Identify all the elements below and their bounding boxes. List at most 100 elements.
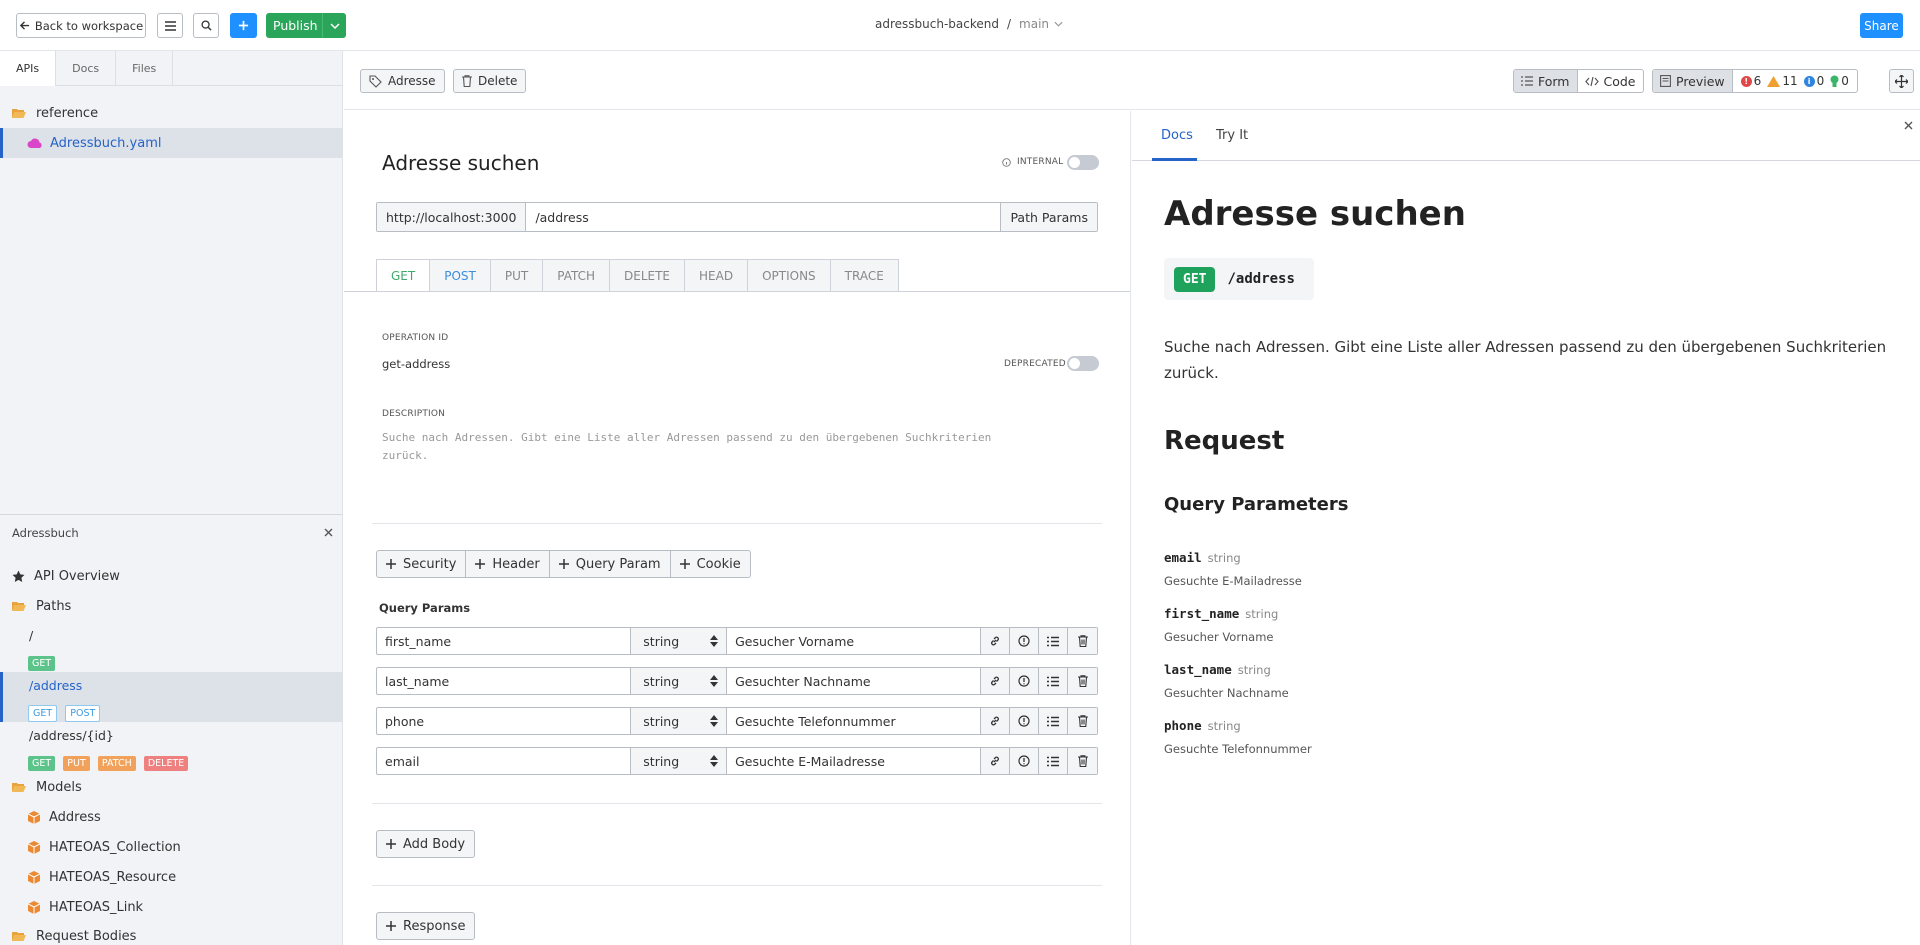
request-bodies-folder[interactable]: Request Bodies: [0, 921, 342, 945]
close-icon[interactable]: [1904, 121, 1913, 130]
deprecated-toggle[interactable]: [1067, 356, 1099, 371]
selection-indicator: [0, 672, 3, 722]
plus-icon: [386, 559, 396, 569]
close-icon[interactable]: [324, 528, 333, 537]
expand-button[interactable]: [1889, 69, 1914, 93]
api-overview-item[interactable]: API Overview: [0, 561, 342, 591]
chevron-down-icon[interactable]: [1054, 21, 1063, 27]
delete-button[interactable]: Delete: [453, 69, 527, 93]
tree-file-adressbuch[interactable]: Adressbuch.yaml: [0, 128, 342, 158]
add-response-button[interactable]: Response: [376, 912, 476, 940]
list-button[interactable]: [1039, 708, 1069, 734]
view-mode-toggle: Form Code: [1513, 69, 1644, 93]
tab-post[interactable]: POST: [430, 260, 491, 291]
path-item-address-id[interactable]: /address/{id} GET PUT PATCH DELETE: [0, 722, 342, 772]
param-description-input[interactable]: Gesucher Vorname: [727, 628, 982, 654]
api-panel-title: Adressbuch: [12, 525, 79, 540]
path-input[interactable]: /address: [526, 203, 1000, 231]
path-item-root[interactable]: / GET: [0, 622, 342, 672]
chevron-down-icon[interactable]: [322, 13, 346, 38]
param-description-input[interactable]: Gesuchte E-Mailadresse: [727, 748, 982, 774]
trash-button[interactable]: [1068, 748, 1098, 774]
branch-name[interactable]: main: [1019, 17, 1049, 31]
tag-label: Adresse: [388, 74, 436, 88]
server-select[interactable]: http://localhost:3000: [377, 203, 527, 231]
model-item-hateoas-collection[interactable]: HATEOAS_Collection: [0, 832, 342, 862]
param-name-input[interactable]: phone: [377, 708, 632, 734]
add-cookie-button[interactable]: Cookie: [669, 551, 750, 577]
path-params-button[interactable]: Path Params: [1000, 203, 1097, 231]
link-button[interactable]: [981, 668, 1011, 694]
tab-put[interactable]: PUT: [490, 260, 544, 291]
publish-button[interactable]: Publish: [266, 13, 346, 38]
param-name-input[interactable]: last_name: [377, 668, 632, 694]
cube-icon: [28, 810, 40, 824]
add-header-button[interactable]: Header: [465, 551, 548, 577]
list-button[interactable]: [1039, 668, 1069, 694]
param-name-input[interactable]: email: [377, 748, 632, 774]
tab-get[interactable]: GET: [377, 260, 431, 291]
info-circle-button[interactable]: [1010, 748, 1040, 774]
model-item-hateoas-link[interactable]: HATEOAS_Link: [0, 892, 342, 922]
info-circle-button[interactable]: [1010, 628, 1040, 654]
add-query-param-button[interactable]: Query Param: [548, 551, 670, 577]
param-type-select[interactable]: string: [631, 708, 728, 734]
link-button[interactable]: [981, 748, 1011, 774]
description-input[interactable]: Suche nach Adressen. Gibt eine Liste all…: [382, 429, 1082, 465]
link-button[interactable]: [981, 628, 1011, 654]
link-button[interactable]: [981, 708, 1011, 734]
tab-docs[interactable]: Docs: [56, 51, 117, 86]
model-item-hateoas-resource[interactable]: HATEOAS_Resource: [0, 862, 342, 892]
cube-icon: [28, 840, 40, 854]
param-type-select[interactable]: string: [631, 748, 728, 774]
list-button[interactable]: [1039, 628, 1069, 654]
project-name[interactable]: adressbuch-backend: [875, 17, 999, 31]
operation-id-input[interactable]: get-address: [382, 357, 450, 371]
trash-button[interactable]: [1068, 668, 1098, 694]
tab-try-it[interactable]: Try It: [1216, 128, 1248, 143]
search-button[interactable]: [193, 13, 219, 38]
tree-folder-reference[interactable]: reference: [0, 98, 342, 128]
models-folder[interactable]: Models: [0, 772, 342, 802]
method-badge-put: PUT: [63, 756, 90, 771]
info-circle-button[interactable]: [1010, 708, 1040, 734]
preview-button[interactable]: Preview: [1653, 70, 1732, 92]
path-item-address[interactable]: /address GET POST: [0, 672, 342, 722]
code-view-button[interactable]: Code: [1576, 70, 1643, 92]
menu-button[interactable]: [157, 13, 183, 38]
tab-patch[interactable]: PATCH: [543, 260, 610, 291]
star-icon: [12, 570, 25, 583]
query-parameters-heading: Query Parameters: [1164, 494, 1349, 515]
tab-apis[interactable]: APIs: [0, 51, 57, 86]
param-type-select[interactable]: string: [631, 628, 728, 654]
trash-button[interactable]: [1068, 708, 1098, 734]
tab-options[interactable]: OPTIONS: [748, 260, 831, 291]
param-name-input[interactable]: first_name: [377, 628, 632, 654]
param-description-input[interactable]: Gesuchter Nachname: [727, 668, 982, 694]
form-view-button[interactable]: Form: [1514, 70, 1577, 92]
add-button[interactable]: [230, 13, 257, 38]
add-security-button[interactable]: Security: [377, 551, 465, 577]
info-circle-button[interactable]: [1010, 668, 1040, 694]
tab-trace[interactable]: TRACE: [830, 260, 898, 291]
tab-docs[interactable]: Docs: [1161, 128, 1193, 143]
add-body-button[interactable]: Add Body: [376, 830, 476, 858]
tab-files[interactable]: Files: [116, 51, 174, 86]
tab-delete[interactable]: DELETE: [610, 260, 686, 291]
share-button[interactable]: Share: [1860, 13, 1903, 38]
model-item-address[interactable]: Address: [0, 802, 342, 832]
diagnostics-summary[interactable]: ! 6 11 i0 0: [1731, 70, 1857, 92]
param-type: string: [1207, 551, 1241, 565]
tag-button[interactable]: Adresse: [360, 69, 445, 93]
param-type-select[interactable]: string: [631, 668, 728, 694]
deprecated-label: DEPRECATED: [1004, 359, 1066, 369]
param-description-input[interactable]: Gesuchte Telefonnummer: [727, 708, 982, 734]
operation-title[interactable]: Adresse suchen: [382, 151, 539, 175]
back-to-workspace-button[interactable]: Back to workspace: [16, 13, 146, 38]
api-panel-header: Adressbuch: [0, 514, 342, 550]
internal-toggle[interactable]: [1067, 155, 1099, 170]
trash-button[interactable]: [1068, 628, 1098, 654]
tab-head[interactable]: HEAD: [685, 260, 749, 291]
list-button[interactable]: [1039, 748, 1069, 774]
paths-folder[interactable]: Paths: [0, 591, 342, 621]
